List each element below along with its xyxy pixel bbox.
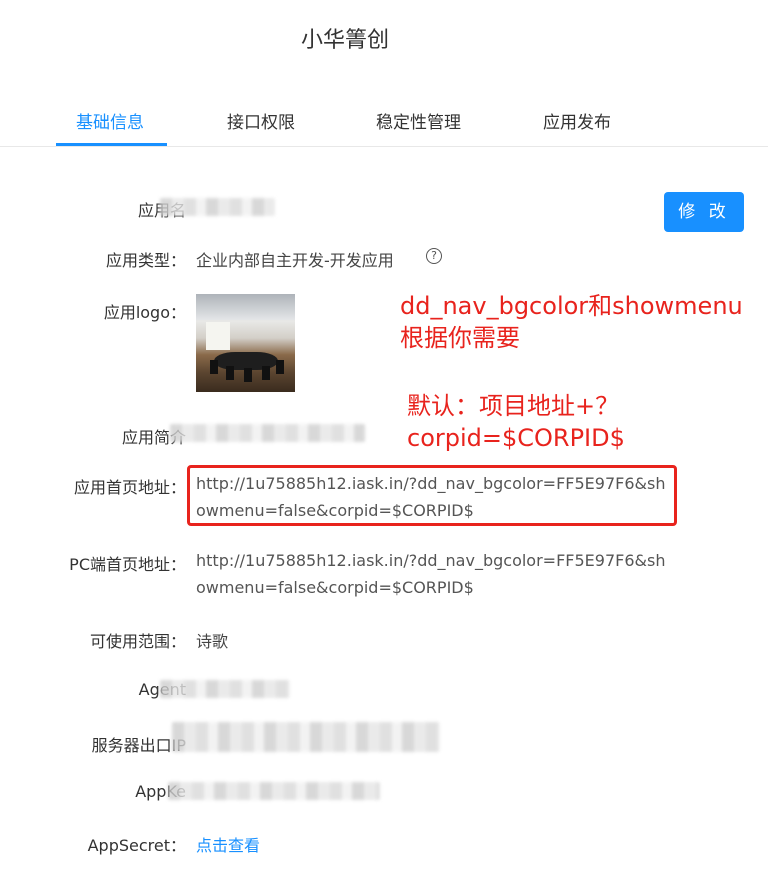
logo-label: 应用logo： bbox=[103, 303, 186, 322]
app-title: 小华箐创 bbox=[300, 28, 389, 53]
edit-button[interactable]: 修 改 bbox=[664, 192, 744, 232]
appsecret-label: AppSecret： bbox=[87, 836, 186, 855]
app-type-value: 企业内部自主开发-开发应用 bbox=[196, 251, 394, 270]
annotation-line-3: 默认：项目地址+？ bbox=[407, 392, 620, 420]
redacted-app-name bbox=[160, 198, 275, 216]
tab-api-permissions[interactable]: 接口权限 bbox=[227, 108, 295, 133]
redacted-appkey bbox=[168, 782, 380, 800]
scope-value: 诗歌 bbox=[196, 632, 229, 651]
redacted-description bbox=[170, 424, 365, 442]
tab-app-publish[interactable]: 应用发布 bbox=[543, 108, 611, 133]
homepage-label: 应用首页地址： bbox=[73, 478, 186, 497]
app-type-label: 应用类型： bbox=[105, 251, 186, 270]
tab-stability-management[interactable]: 稳定性管理 bbox=[376, 108, 461, 133]
tab-bar: 基础信息 接口权限 稳定性管理 应用发布 bbox=[0, 96, 768, 147]
annotation-line-4: corpid=$CORPID$ bbox=[407, 424, 625, 452]
scope-label: 可使用范围： bbox=[89, 632, 186, 651]
question-circle-icon[interactable]: ? bbox=[426, 248, 442, 264]
view-secret-link[interactable]: 点击查看 bbox=[196, 832, 260, 856]
redacted-agentid bbox=[160, 680, 290, 698]
app-logo-image bbox=[196, 294, 295, 392]
pc-homepage-url: http://1u75885h12.iask.in/?dd_nav_bgcolo… bbox=[196, 551, 666, 597]
redacted-server-ip bbox=[172, 722, 440, 752]
annotation-line-1: dd_nav_bgcolor和showmenu bbox=[400, 292, 743, 320]
active-tab-indicator bbox=[56, 143, 167, 146]
pc-homepage-label: PC端首页地址： bbox=[69, 555, 186, 574]
tab-basic-info[interactable]: 基础信息 bbox=[76, 108, 144, 133]
annotation-line-2: 根据你需要 bbox=[400, 324, 520, 352]
highlight-box bbox=[187, 465, 677, 526]
